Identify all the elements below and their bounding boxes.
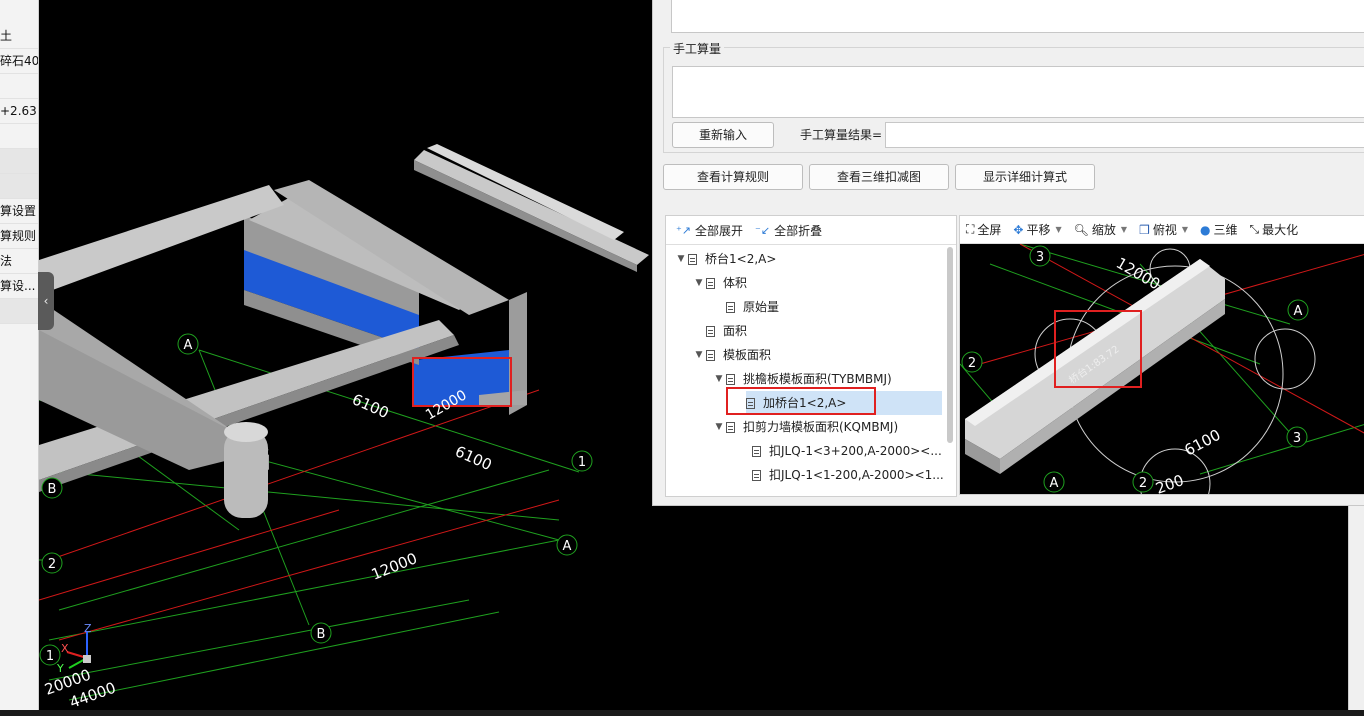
quantity-tree: ▼ 桥台1<2,A> ▼ 体积 原始量 面积 ▼ 模板面积 ▼ 挑檐板模板面积(…	[666, 245, 956, 495]
zoom-button[interactable]: 🔍︎ 缩放 ▼	[1074, 221, 1127, 238]
axis-label: B	[48, 482, 57, 497]
chevron-down-icon: ▼	[1055, 225, 1062, 234]
document-icon	[726, 421, 735, 433]
bottom-toolbar	[0, 710, 1364, 716]
expand-arrow-icon[interactable]: ▼	[692, 271, 706, 295]
reinput-button[interactable]: 重新输入	[672, 122, 774, 148]
axis-label: A	[1294, 304, 1303, 319]
deduction-3d-view-panel: ⛶ 全屏 ✥ 平移 ▼ 🔍︎ 缩放 ▼ ❒ 俯视 ▼ ● 三维 ⤡ 最大化 3 …	[959, 215, 1364, 495]
top-view-button[interactable]: ❒ 俯视 ▼	[1139, 221, 1188, 238]
expand-arrow-icon[interactable]: ▼	[712, 367, 726, 391]
chevron-down-icon: ▼	[1181, 225, 1188, 234]
expand-arrow-icon[interactable]: ▼	[692, 343, 706, 367]
highlight-annotation	[726, 387, 876, 415]
svg-text:X: X	[61, 642, 69, 655]
pan-icon: ✥	[1013, 222, 1024, 237]
property-row[interactable]: 算设...	[0, 274, 38, 299]
view-calc-rules-button[interactable]: 查看计算规则	[663, 164, 803, 190]
dimension-label: 6100	[452, 442, 494, 474]
dimension-label: 12000	[1113, 254, 1163, 293]
property-row[interactable]	[0, 124, 38, 149]
tree-node-shear-wall-formwork[interactable]: ▼ 扣剪力墙模板面积(KQMBMJ)	[712, 415, 899, 439]
right-scrollbar[interactable]	[1348, 505, 1364, 716]
property-row[interactable]: 算规则	[0, 224, 38, 249]
maximize-icon: ⤡	[1249, 222, 1260, 236]
axis-label: B	[317, 627, 326, 642]
tree-node-deduct-jlq-1[interactable]: 扣JLQ-1<3+200,A-2000><...	[752, 439, 942, 463]
manual-quantity-input[interactable]	[672, 66, 1364, 118]
three-d-button[interactable]: ● 三维	[1200, 221, 1238, 238]
axis-label: 2	[48, 557, 56, 572]
property-row[interactable]	[0, 74, 38, 99]
document-icon	[726, 301, 735, 313]
dimension-label: 6100	[349, 390, 391, 422]
property-row[interactable]: +2.63.	[0, 99, 38, 124]
maximize-button[interactable]: ⤡ 最大化	[1250, 221, 1299, 238]
property-row[interactable]: 法	[0, 249, 38, 274]
axis-label: 3	[1036, 250, 1044, 265]
manual-result-label: 手工算量结果=	[800, 128, 883, 142]
mini-view-drawing: 3 2 A 3 A 2 12000 6100 200 桥台1:83.72	[960, 244, 1364, 494]
calculation-detail-panel: 手工算量 重新输入 手工算量结果= 查看计算规则 查看三维扣减图 显示详细计算式…	[652, 0, 1364, 506]
expand-all-button[interactable]: ⁺↗ 全部展开	[676, 222, 743, 239]
document-icon	[706, 277, 715, 289]
axis-label: A	[1050, 476, 1059, 491]
chevron-down-icon: ▼	[1120, 225, 1128, 234]
axis-label: 2	[1139, 476, 1147, 491]
document-icon	[752, 469, 761, 481]
manual-quantity-group: 手工算量 重新输入 手工算量结果=	[663, 40, 1364, 153]
tree-node-volume[interactable]: ▼ 体积	[692, 271, 747, 295]
axis-label: 1	[578, 455, 586, 470]
tree-scrollbar[interactable]	[947, 247, 953, 443]
svg-text:Y: Y	[56, 662, 64, 675]
property-row[interactable]: 土	[0, 24, 38, 49]
show-detailed-formula-button[interactable]: 显示详细计算式	[955, 164, 1095, 190]
expand-arrow-icon[interactable]: ▼	[712, 415, 726, 439]
tree-node-deduct-jlq-2[interactable]: 扣JLQ-1<1-200,A-2000><1...	[752, 463, 944, 487]
tree-node-original-quantity[interactable]: 原始量	[726, 295, 779, 319]
dimension-label: 12000	[369, 549, 420, 584]
manual-result-field[interactable]	[885, 122, 1364, 148]
document-icon	[706, 325, 715, 337]
pan-button[interactable]: ✥ 平移 ▼	[1013, 221, 1061, 238]
fullscreen-button[interactable]: ⛶ 全屏	[966, 221, 1001, 238]
collapse-all-icon: ⁻↙	[755, 223, 771, 237]
property-row[interactable]	[0, 299, 38, 324]
zoom-icon: 🔍︎	[1073, 222, 1089, 237]
property-row[interactable]	[0, 149, 38, 174]
property-row[interactable]: 算设置	[0, 199, 38, 224]
collapse-all-button[interactable]: ⁻↙ 全部折叠	[755, 222, 822, 239]
formula-textarea[interactable]	[671, 0, 1364, 33]
dimension-label: 200	[1153, 471, 1186, 494]
fullscreen-icon: ⛶	[966, 222, 975, 236]
document-icon	[752, 445, 761, 457]
axis-label: 1	[46, 649, 54, 664]
view-3d-deduction-button[interactable]: 查看三维扣减图	[809, 164, 949, 190]
expand-arrow-icon[interactable]: ▼	[674, 247, 688, 271]
sphere-icon: ●	[1200, 222, 1211, 237]
document-icon	[688, 253, 697, 265]
view-toolbar: ⛶ 全屏 ✥ 平移 ▼ 🔍︎ 缩放 ▼ ❒ 俯视 ▼ ● 三维 ⤡ 最大化	[960, 216, 1364, 244]
tree-node-abutment[interactable]: ▼ 桥台1<2,A>	[674, 247, 777, 271]
mini-3d-view[interactable]: 3 2 A 3 A 2 12000 6100 200 桥台1:83.72	[960, 244, 1364, 494]
axis-label: A	[563, 539, 572, 554]
dimension-label: 6100	[1181, 426, 1223, 460]
cube-icon: ❒	[1139, 222, 1150, 237]
svg-text:Z: Z	[84, 622, 92, 635]
tree-node-area[interactable]: 面积	[706, 319, 747, 343]
collapse-panel-handle[interactable]: ‹	[38, 272, 54, 330]
quantity-tree-panel: ⁺↗ 全部展开 ⁻↙ 全部折叠 ▼ 桥台1<2,A> ▼ 体积 原始量 面积 ▼…	[665, 215, 957, 497]
axis-label: 2	[968, 356, 976, 371]
axis-label: 3	[1293, 431, 1301, 446]
axis-label: A	[184, 338, 193, 353]
tree-node-formwork-area[interactable]: ▼ 模板面积	[692, 343, 771, 367]
left-property-panel: 土 碎石40 +2.63. 算设置 算规则 法 算设...	[0, 0, 39, 716]
document-icon	[706, 349, 715, 361]
document-icon	[726, 373, 735, 385]
property-row[interactable]: 碎石40	[0, 49, 38, 74]
property-row[interactable]	[0, 174, 38, 199]
expand-all-icon: ⁺↗	[676, 223, 692, 237]
tree-toolbar: ⁺↗ 全部展开 ⁻↙ 全部折叠	[666, 216, 956, 245]
manual-quantity-title: 手工算量	[670, 40, 725, 57]
